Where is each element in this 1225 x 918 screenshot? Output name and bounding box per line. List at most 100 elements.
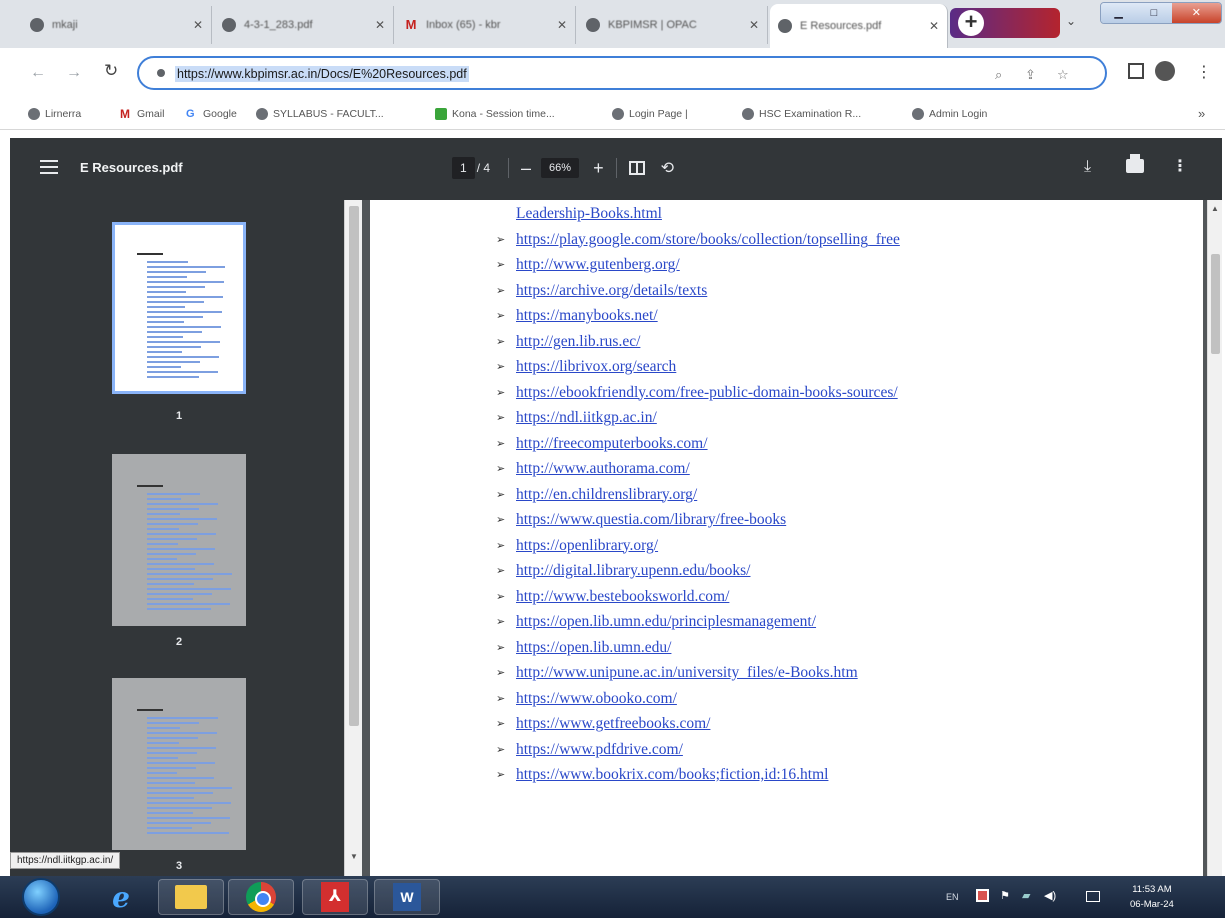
resource-link[interactable]: http://www.bestebooksworld.com/	[516, 587, 729, 607]
zoom-in-button[interactable]: +	[593, 158, 604, 179]
resource-link[interactable]: http://www.unipune.ac.in/university_file…	[516, 663, 858, 683]
page-thumbnail-2[interactable]	[112, 454, 246, 626]
tab-title: Inbox (65) - kbr	[426, 19, 501, 31]
page-thumbnail-1[interactable]	[112, 222, 246, 394]
bookmark-lirnerra[interactable]: Lirnerra	[28, 108, 81, 120]
resource-link[interactable]: https://ebookfriendly.com/free-public-do…	[516, 383, 898, 403]
share-icon[interactable]: ⇪	[1025, 67, 1036, 83]
bookmark-syllabus[interactable]: SYLLABUS - FACULT...	[256, 108, 384, 120]
thumbnail-text-line	[147, 366, 181, 368]
tab-inbox[interactable]: M Inbox (65) - kbr ✕	[396, 6, 576, 44]
taskbar-word[interactable]: W	[374, 879, 440, 915]
thumbnail-text-line	[147, 376, 199, 378]
reload-icon[interactable]: ↻	[104, 61, 118, 81]
start-button[interactable]	[22, 878, 60, 916]
resource-link[interactable]: https://www.questia.com/library/free-boo…	[516, 510, 786, 530]
bookmark-star-icon[interactable]: ☆	[1057, 67, 1069, 83]
tab-e-resources[interactable]: E Resources.pdf ✕	[770, 4, 948, 48]
taskbar-ie[interactable]: e	[88, 879, 154, 915]
resource-link[interactable]: https://archive.org/details/texts	[516, 281, 707, 301]
bookmark-google[interactable]: G Google	[186, 108, 237, 120]
taskbar-acrobat[interactable]: ⅄	[302, 879, 368, 915]
scroll-down-icon[interactable]: ▼	[350, 852, 358, 861]
list-item: ➢ https://openlibrary.org/	[496, 536, 900, 562]
thumbnail-text-line	[147, 361, 200, 363]
resource-link[interactable]: http://en.childrenslibrary.org/	[516, 485, 697, 505]
globe-icon	[912, 108, 924, 120]
resource-link[interactable]: http://gen.lib.rus.ec/	[516, 332, 640, 352]
list-item: ➢ https://ebookfriendly.com/free-public-d…	[496, 383, 900, 409]
bookmark-admin-login[interactable]: Admin Login	[912, 108, 987, 120]
close-icon[interactable]: ✕	[749, 18, 759, 32]
print-icon[interactable]	[1126, 154, 1144, 173]
profile-avatar[interactable]	[1155, 61, 1175, 81]
download-icon[interactable]: ⤓	[1084, 158, 1091, 176]
site-info-icon[interactable]	[157, 69, 165, 77]
close-icon[interactable]: ✕	[557, 18, 567, 32]
scroll-up-icon[interactable]: ▲	[1211, 204, 1219, 213]
resource-link[interactable]: https://open.lib.umn.edu/	[516, 638, 671, 658]
close-icon[interactable]: ✕	[375, 18, 385, 32]
link-continued[interactable]: Leadership-Books.html	[516, 204, 662, 224]
sidebar-scrollbar[interactable]: ▼	[344, 200, 362, 876]
resource-link[interactable]: https://www.pdfdrive.com/	[516, 740, 683, 760]
system-clock[interactable]: 11:53 AM 06-Mar-24	[1130, 882, 1174, 912]
resource-link[interactable]: https://www.getfreebooks.com/	[516, 714, 710, 734]
action-center-icon[interactable]	[1086, 891, 1100, 902]
flag-icon[interactable]: ⚑	[1000, 889, 1013, 902]
close-icon[interactable]: ✕	[193, 18, 203, 32]
tab-pdf-283[interactable]: 4-3-1_283.pdf ✕	[214, 6, 394, 44]
forward-icon[interactable]: →	[66, 64, 82, 82]
resource-link[interactable]: https://www.obooko.com/	[516, 689, 677, 709]
resource-link[interactable]: https://play.google.com/store/books/coll…	[516, 230, 900, 250]
more-bookmarks-icon[interactable]: »	[1198, 106, 1205, 121]
rotate-icon[interactable]: ⟲	[661, 158, 674, 178]
language-indicator[interactable]: EN	[946, 892, 959, 902]
browser-menu-icon[interactable]: ⋮	[1196, 62, 1212, 82]
bookmark-gmail[interactable]: M Gmail	[120, 108, 164, 120]
maximize-button[interactable]: □	[1136, 3, 1172, 23]
resource-link[interactable]: https://librivox.org/search	[516, 357, 676, 377]
tab-mkaji[interactable]: mkaji ✕	[22, 6, 212, 44]
taskbar-explorer[interactable]	[158, 879, 224, 915]
bookmark-hsc[interactable]: HSC Examination R...	[742, 108, 861, 120]
network-icon[interactable]: ▰	[1022, 889, 1035, 902]
side-panel-icon[interactable]	[1128, 63, 1144, 79]
tab-opac[interactable]: KBPIMSR | OPAC ✕	[578, 6, 768, 44]
address-bar[interactable]: https://www.kbpimsr.ac.in/Docs/E%20Resou…	[137, 56, 1107, 90]
more-actions-icon[interactable]: ⋮	[1172, 156, 1188, 176]
zoom-icon[interactable]: ⌕	[995, 67, 1002, 83]
address-url[interactable]: https://www.kbpimsr.ac.in/Docs/E%20Resou…	[175, 66, 469, 82]
resource-link[interactable]: https://manybooks.net/	[516, 306, 658, 326]
bookmark-login-page[interactable]: Login Page |	[612, 108, 688, 120]
antivirus-icon[interactable]	[976, 889, 989, 902]
page-thumbnail-3[interactable]	[112, 678, 246, 850]
resource-link[interactable]: http://freecomputerbooks.com/	[516, 434, 708, 454]
scrollbar-thumb[interactable]	[349, 206, 359, 726]
scrollbar-thumb[interactable]	[1211, 254, 1220, 354]
resource-link[interactable]: https://ndl.iitkgp.ac.in/	[516, 408, 657, 428]
fit-page-icon[interactable]	[628, 161, 645, 175]
resource-link[interactable]: http://www.authorama.com/	[516, 459, 690, 479]
thumbnail-text-line	[147, 792, 213, 794]
resource-link[interactable]: https://openlibrary.org/	[516, 536, 658, 556]
resource-link[interactable]: http://www.gutenberg.org/	[516, 255, 680, 275]
menu-icon[interactable]	[40, 160, 58, 174]
minimize-button[interactable]: ▁	[1101, 3, 1137, 23]
taskbar-chrome[interactable]	[228, 879, 294, 915]
resource-link[interactable]: https://www.bookrix.com/books;fiction,id…	[516, 765, 828, 785]
resource-link[interactable]: http://digital.library.upenn.edu/books/	[516, 561, 750, 581]
tab-search-icon[interactable]: ⌄	[1066, 14, 1076, 28]
bullet-arrow-icon: ➢	[496, 361, 506, 373]
zoom-input[interactable]: 66%	[541, 158, 580, 178]
bookmark-kona[interactable]: Kona - Session time...	[435, 108, 555, 120]
resource-link[interactable]: https://open.lib.umn.edu/principlesmanag…	[516, 612, 816, 632]
window-close-button[interactable]: ✕	[1171, 3, 1221, 23]
close-icon[interactable]: ✕	[929, 19, 939, 33]
zoom-out-button[interactable]: –	[521, 158, 531, 179]
page-scrollbar[interactable]: ▲	[1207, 200, 1222, 876]
new-tab-button[interactable]: +	[958, 10, 984, 36]
page-number-input[interactable]: 1	[452, 157, 475, 179]
back-icon[interactable]: ←	[30, 64, 46, 82]
volume-icon[interactable]: ◀)	[1044, 889, 1057, 902]
